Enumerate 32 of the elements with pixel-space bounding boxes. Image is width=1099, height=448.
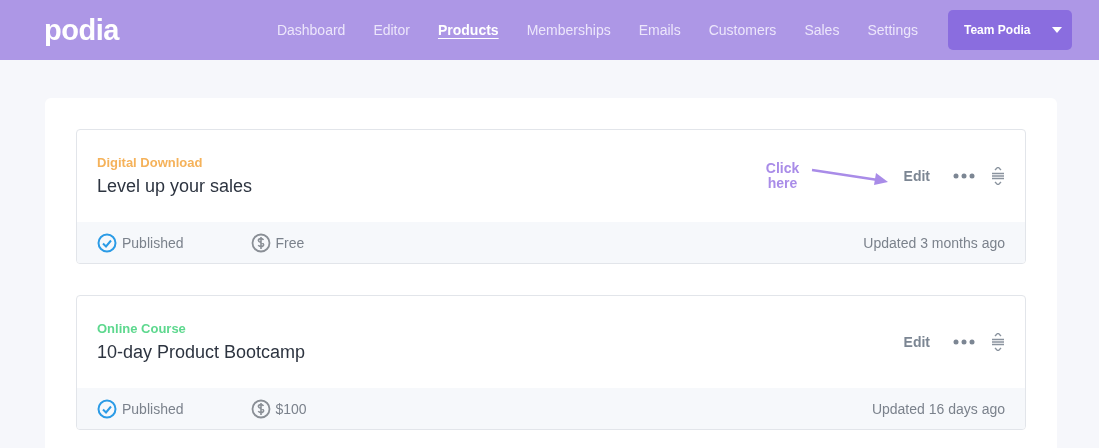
- edit-button[interactable]: Edit: [903, 334, 930, 350]
- drag-handle-icon[interactable]: [991, 167, 1005, 185]
- updated-text: Updated 16 days ago: [871, 400, 1005, 417]
- dollar-circle-icon: [250, 232, 271, 253]
- status-text: Published: [122, 234, 184, 251]
- nav-link[interactable]: Products: [437, 22, 499, 38]
- price-text: $100: [275, 400, 307, 417]
- edit-button[interactable]: Edit: [903, 168, 930, 184]
- account-button[interactable]: Team Podia: [948, 10, 1072, 50]
- more-icon[interactable]: [953, 173, 975, 179]
- caret-icon: [1052, 27, 1062, 33]
- more-icon[interactable]: [953, 339, 975, 345]
- nav-link[interactable]: Sales: [804, 22, 840, 38]
- product-type: Digital Download: [97, 155, 204, 170]
- product-title[interactable]: Level up your sales: [97, 176, 253, 197]
- product-type: Online Course: [97, 321, 187, 336]
- nav-link[interactable]: Memberships: [526, 22, 611, 38]
- nav-link[interactable]: Customers: [708, 22, 777, 38]
- check-circle-icon: [97, 232, 117, 253]
- nav-link[interactable]: Settings: [867, 22, 918, 38]
- nav-link[interactable]: Editor: [373, 22, 410, 38]
- nav-link[interactable]: Emails: [638, 22, 681, 38]
- check-circle-icon: [97, 398, 117, 419]
- annotation-text: Click here: [764, 161, 801, 191]
- drag-handle-icon[interactable]: [991, 333, 1005, 351]
- dollar-circle-icon: [250, 398, 271, 419]
- updated-text: Updated 3 months ago: [863, 234, 1005, 251]
- status-text: Published: [122, 400, 184, 417]
- price-text: Free: [275, 234, 305, 251]
- product-title[interactable]: 10-day Product Bootcamp: [97, 342, 306, 363]
- nav-link[interactable]: Dashboard: [276, 22, 346, 38]
- logo[interactable]: podia: [44, 13, 119, 47]
